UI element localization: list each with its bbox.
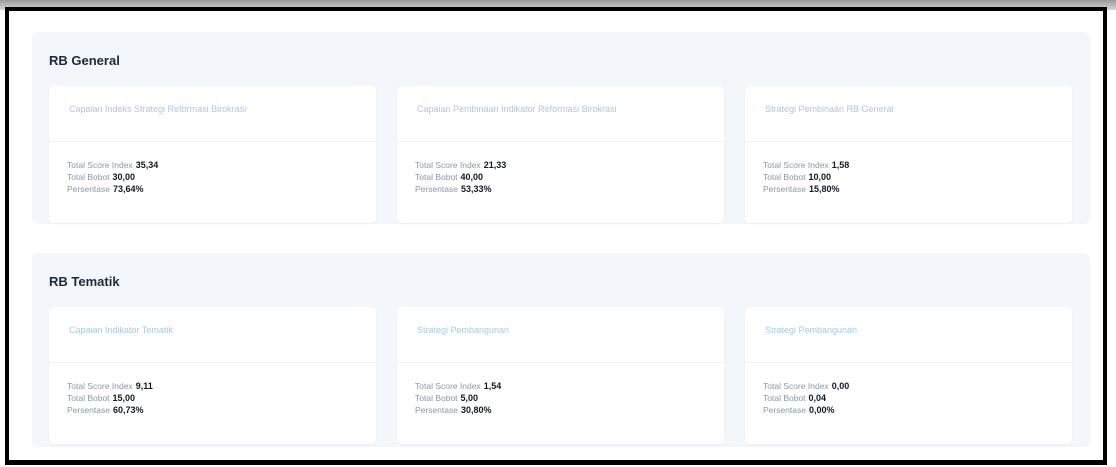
label-persentase: Persentase: [67, 405, 110, 415]
card-strategi-pembinaan-rb-general[interactable]: Strategi Pembinaan RB General Total Scor…: [745, 86, 1072, 223]
label-total-bobot: Total Bobot: [67, 172, 110, 182]
value-total-score-index: 9,11: [135, 381, 153, 391]
card-capaian-indeks-strategi[interactable]: Capaian Indeks Strategi Reformasi Birokr…: [49, 86, 376, 223]
value-total-score-index: 21,33: [483, 160, 507, 170]
label-total-score-index: Total Score Index: [763, 381, 829, 391]
divider: [397, 362, 724, 363]
value-total-score-index: 1,54: [483, 381, 502, 391]
label-total-score-index: Total Score Index: [415, 381, 481, 391]
value-total-score-index: 0,00: [831, 381, 850, 391]
value-total-bobot: 10,00: [808, 172, 832, 182]
divider: [49, 141, 376, 142]
label-total-bobot: Total Bobot: [415, 393, 458, 403]
card-strategi-pembangunan-1[interactable]: Strategi Pembangunan Total Score Index 1,…: [397, 307, 724, 444]
divider: [49, 362, 376, 363]
card-title[interactable]: Capaian Indikator Tematik: [69, 325, 362, 335]
card-stats: Total Score Index 21,33 Total Bobot 40,00 …: [415, 158, 506, 194]
card-stats: Total Score Index 9,11 Total Bobot 15,00 P…: [67, 379, 153, 415]
value-persentase: 30,80%: [461, 405, 492, 415]
card-capaian-indikator-tematik[interactable]: Capaian Indikator Tematik Total Score In…: [49, 307, 376, 444]
section-rb-tematik: RB Tematik Capaian Indikator Tematik Tot…: [32, 253, 1090, 447]
label-total-score-index: Total Score Index: [67, 160, 133, 170]
label-persentase: Persentase: [67, 184, 110, 194]
card-strategi-pembangunan-2[interactable]: Strategi Pembangunan Total Score Index 0,…: [745, 307, 1072, 444]
label-persentase: Persentase: [763, 405, 806, 415]
divider: [745, 362, 1072, 363]
value-total-score-index: 35,34: [135, 160, 159, 170]
dashboard-frame: RB General Capaian Indeks Strategi Refor…: [5, 7, 1107, 465]
value-total-bobot: 40,00: [460, 172, 484, 182]
section-title: RB Tematik: [49, 274, 120, 289]
section-title: RB General: [49, 53, 120, 68]
card-stats: Total Score Index 1,54 Total Bobot 5,00 Pe…: [415, 379, 501, 415]
section-rb-general: RB General Capaian Indeks Strategi Refor…: [32, 32, 1090, 224]
label-persentase: Persentase: [763, 184, 806, 194]
value-persentase: 73,64%: [113, 184, 144, 194]
card-stats: Total Score Index 1,58 Total Bobot 10,00 P…: [763, 158, 849, 194]
card-capaian-pembinaan-indikator[interactable]: Capaian Pembinaan Indikator Reformasi Bi…: [397, 86, 724, 223]
divider: [745, 141, 1072, 142]
card-stats: Total Score Index 35,34 Total Bobot 30,00 …: [67, 158, 158, 194]
value-persentase: 0,00%: [809, 405, 835, 415]
value-persentase: 15,80%: [809, 184, 840, 194]
label-total-score-index: Total Score Index: [763, 160, 829, 170]
card-title[interactable]: Capaian Indeks Strategi Reformasi Birokr…: [69, 104, 362, 114]
value-persentase: 60,73%: [113, 405, 144, 415]
label-persentase: Persentase: [415, 405, 458, 415]
label-total-score-index: Total Score Index: [415, 160, 481, 170]
card-title[interactable]: Strategi Pembangunan: [765, 325, 1058, 335]
value-total-bobot: 0,04: [808, 393, 827, 403]
value-total-bobot: 5,00: [460, 393, 479, 403]
value-total-bobot: 30,00: [112, 172, 136, 182]
card-title[interactable]: Capaian Pembinaan Indikator Reformasi Bi…: [417, 104, 710, 114]
label-persentase: Persentase: [415, 184, 458, 194]
label-total-bobot: Total Bobot: [763, 172, 806, 182]
label-total-bobot: Total Bobot: [67, 393, 110, 403]
value-persentase: 53,33%: [461, 184, 492, 194]
card-title[interactable]: Strategi Pembangunan: [417, 325, 710, 335]
divider: [397, 141, 724, 142]
card-stats: Total Score Index 0,00 Total Bobot 0,04 Pe…: [763, 379, 849, 415]
label-total-bobot: Total Bobot: [415, 172, 458, 182]
label-total-score-index: Total Score Index: [67, 381, 133, 391]
label-total-bobot: Total Bobot: [763, 393, 806, 403]
value-total-bobot: 15,00: [112, 393, 136, 403]
value-total-score-index: 1,58: [831, 160, 850, 170]
card-title[interactable]: Strategi Pembinaan RB General: [765, 104, 1058, 114]
